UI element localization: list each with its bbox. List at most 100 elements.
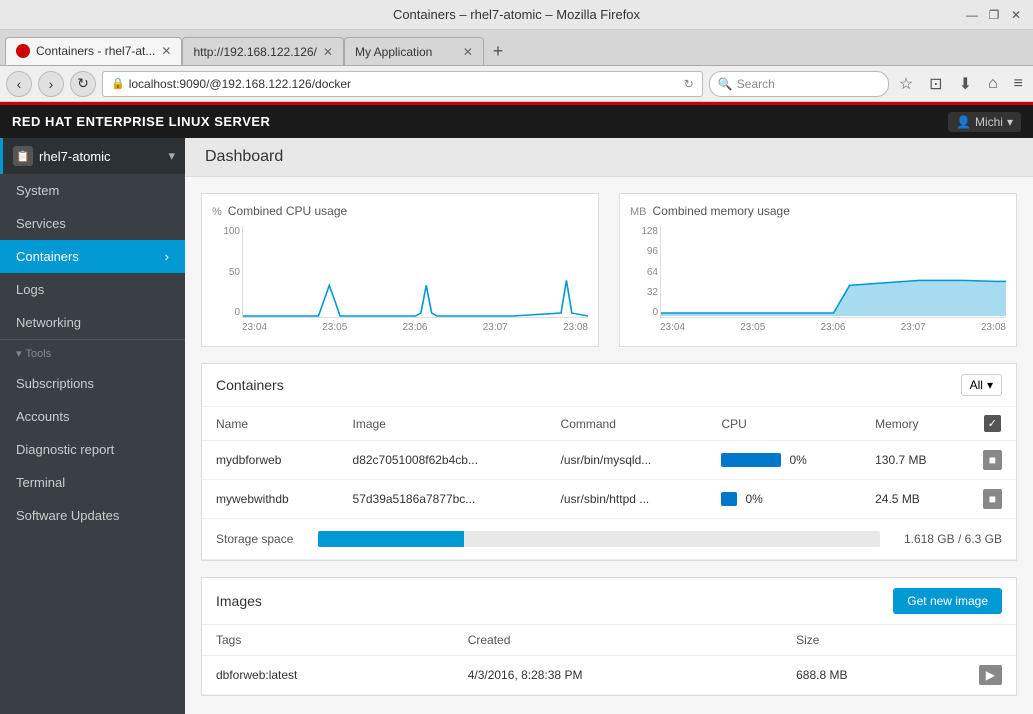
memory-chart-inner — [660, 226, 1006, 318]
th-memory: Memory — [861, 407, 969, 441]
containers-section: Containers All ▾ Name Image Command CPU … — [201, 363, 1017, 561]
menu-icon[interactable]: ≡ — [1010, 73, 1027, 95]
get-new-image-button[interactable]: Get new image — [893, 588, 1002, 614]
stop-button-2[interactable]: ■ — [983, 489, 1002, 509]
container-image-2: 57d39a5186a7877bc... — [339, 480, 547, 519]
minimize-button[interactable]: — — [965, 8, 979, 22]
container-stop-2: ■ — [969, 480, 1016, 519]
storage-label: Storage space — [216, 532, 306, 546]
run-image-button-1[interactable]: ▶ — [979, 665, 1002, 685]
url-bar[interactable]: 🔒 localhost:9090/@192.168.122.126/docker… — [102, 71, 703, 97]
cpu-chart-area: 100 50 0 23:04 23:05 — [212, 226, 588, 336]
cpu-y-labels: 100 50 0 — [212, 226, 240, 318]
sidebar-tools-section[interactable]: ▾ Tools — [0, 340, 185, 367]
storage-bar-fill — [318, 531, 464, 547]
terminal-label: Terminal — [16, 475, 65, 490]
tab-close-3[interactable]: ✕ — [463, 45, 473, 59]
container-name-1: mydbforweb — [202, 441, 339, 480]
browser-tab-1[interactable]: Containers - rhel7-at... ✕ — [5, 37, 182, 65]
th-image: Image — [339, 407, 547, 441]
check-all-icon: ✓ — [984, 415, 1001, 432]
container-command-2: /usr/sbin/httpd ... — [547, 480, 708, 519]
container-cpu-2: 0% — [707, 480, 861, 519]
sidebar-item-logs[interactable]: Logs — [0, 273, 185, 306]
image-action-1: ▶ — [965, 656, 1016, 695]
tab-close-1[interactable]: ✕ — [161, 44, 171, 58]
container-image-1: d82c7051008f62b4cb... — [339, 441, 547, 480]
filter-chevron-icon: ▾ — [987, 378, 993, 392]
search-icon: 🔍 — [718, 77, 733, 91]
tab-favicon-1 — [16, 44, 30, 58]
home-icon[interactable]: ⌂ — [984, 73, 1002, 95]
cpu-chart-inner — [242, 226, 588, 318]
back-button[interactable]: ‹ — [6, 71, 32, 97]
container-command-1: /usr/bin/mysqld... — [547, 441, 708, 480]
search-bar[interactable]: 🔍 Search — [709, 71, 889, 97]
cpu-bar-2 — [721, 492, 737, 506]
cpu-bar-container-1: 0% — [721, 453, 847, 467]
sidebar-item-system[interactable]: System — [0, 174, 185, 207]
filter-label: All — [970, 378, 983, 392]
sidebar-item-terminal[interactable]: Terminal — [0, 466, 185, 499]
download-icon[interactable]: ⬇ — [955, 72, 976, 96]
sidebar-host[interactable]: 📋 rhel7-atomic ▾ — [0, 138, 185, 174]
browser-title: Containers – rhel7-atomic – Mozilla Fire… — [393, 7, 640, 22]
container-memory-2: 24.5 MB — [861, 480, 969, 519]
close-button[interactable]: ✕ — [1009, 8, 1023, 22]
logs-label: Logs — [16, 282, 44, 297]
cpu-x-labels: 23:04 23:05 23:06 23:07 23:08 — [242, 318, 588, 336]
maximize-button[interactable]: ❐ — [987, 8, 1001, 22]
cpu-value-1: 0% — [789, 453, 806, 467]
images-table-header: Tags Created Size — [202, 625, 1016, 656]
sidebar-item-networking[interactable]: Networking — [0, 306, 185, 339]
user-chevron-icon: ▾ — [1007, 115, 1013, 129]
window-controls: — ❐ ✕ — [965, 8, 1023, 22]
new-tab-button[interactable]: + — [484, 37, 512, 65]
containers-filter[interactable]: All ▾ — [961, 374, 1002, 396]
main-content: Dashboard % Combined CPU usage 100 50 0 — [185, 138, 1033, 714]
th-action: ✓ — [969, 407, 1016, 441]
sidebar-item-containers[interactable]: Containers › — [0, 240, 185, 273]
image-tag-1: dbforweb:latest — [202, 656, 454, 695]
th-cpu: CPU — [707, 407, 861, 441]
forward-button[interactable]: › — [38, 71, 64, 97]
containers-table-header: Name Image Command CPU Memory ✓ — [202, 407, 1016, 441]
memory-chart-area: 128 96 64 32 0 — [630, 226, 1006, 336]
containers-label: Containers — [16, 249, 79, 264]
url-text: localhost:9090/@192.168.122.126/docker — [129, 77, 680, 91]
cpu-bar-1 — [721, 453, 781, 467]
sidebar-item-subscriptions[interactable]: Subscriptions — [0, 367, 185, 400]
search-placeholder: Search — [737, 77, 775, 91]
browser-tabs: Containers - rhel7-at... ✕ http://192.16… — [0, 30, 1033, 66]
home-sync-icon[interactable]: ⊡ — [925, 72, 946, 96]
page-title: Dashboard — [205, 148, 283, 165]
diagnostic-label: Diagnostic report — [16, 442, 114, 457]
browser-tab-3[interactable]: My Application ✕ — [344, 37, 484, 65]
refresh-button[interactable]: ↻ — [70, 71, 96, 97]
cpu-value-2: 0% — [745, 492, 762, 506]
browser-tab-2[interactable]: http://192.168.122.126/ ✕ — [182, 37, 344, 65]
container-memory-1: 130.7 MB — [861, 441, 969, 480]
sidebar-item-software-updates[interactable]: Software Updates — [0, 499, 185, 532]
th-command: Command — [547, 407, 708, 441]
sidebar-item-services[interactable]: Services — [0, 207, 185, 240]
user-menu[interactable]: 👤 Michi ▾ — [948, 112, 1021, 132]
memory-chart-card: MB Combined memory usage 128 96 64 32 0 — [619, 193, 1017, 347]
images-section-title: Images — [216, 593, 262, 609]
networking-label: Networking — [16, 315, 81, 330]
bookmark-icon[interactable]: ☆ — [895, 72, 917, 96]
container-cpu-1: 0% — [707, 441, 861, 480]
stop-button-1[interactable]: ■ — [983, 450, 1002, 470]
host-chevron-icon: ▾ — [168, 148, 175, 164]
memory-y-labels: 128 96 64 32 0 — [630, 226, 658, 318]
containers-table: Name Image Command CPU Memory ✓ mydb — [202, 407, 1016, 519]
cpu-chart-card: % Combined CPU usage 100 50 0 — [201, 193, 599, 347]
sidebar-item-accounts[interactable]: Accounts — [0, 400, 185, 433]
images-table: Tags Created Size dbforweb:latest 4/3/20… — [202, 625, 1016, 695]
container-stop-1: ■ — [969, 441, 1016, 480]
container-name-2: mywebwithdb — [202, 480, 339, 519]
tab-close-2[interactable]: ✕ — [323, 45, 333, 59]
sidebar-item-diagnostic[interactable]: Diagnostic report — [0, 433, 185, 466]
th-created: Created — [454, 625, 782, 656]
th-tags: Tags — [202, 625, 454, 656]
